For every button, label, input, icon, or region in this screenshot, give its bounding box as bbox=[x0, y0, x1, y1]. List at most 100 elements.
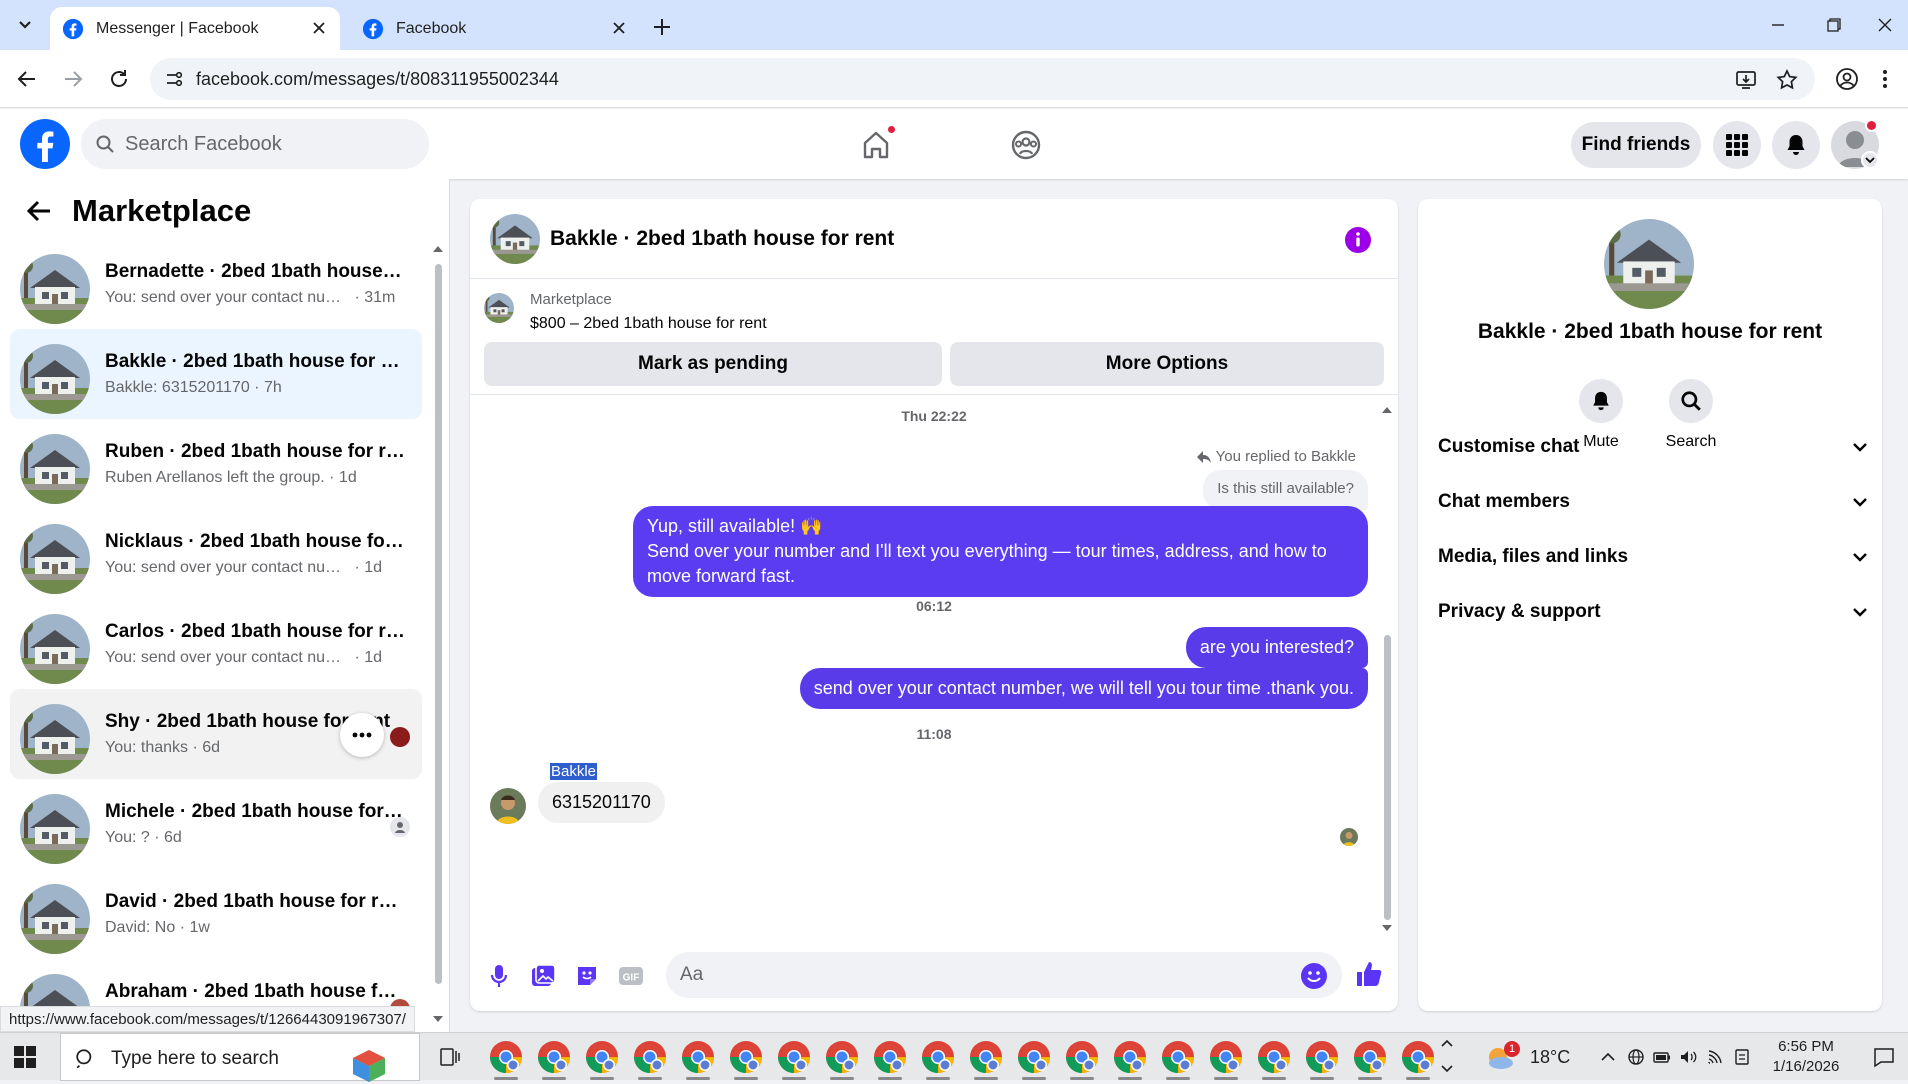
facebook-logo-icon[interactable] bbox=[19, 118, 71, 170]
scrollbar-thumb[interactable] bbox=[435, 264, 442, 984]
taskbar-chrome-app[interactable] bbox=[776, 1039, 812, 1080]
temperature[interactable]: 18°C bbox=[1530, 1047, 1570, 1068]
conversation-item[interactable]: Shy · 2bed 1bath house for rent You: than… bbox=[10, 689, 422, 779]
close-tab-icon[interactable] bbox=[610, 19, 628, 37]
browser-menu-icon[interactable] bbox=[1880, 66, 1890, 92]
site-info-icon[interactable] bbox=[164, 69, 184, 89]
conversation-item[interactable]: David · 2bed 1bath house for rent David: … bbox=[10, 869, 422, 959]
listing-item[interactable]: $800 – 2bed 1bath house for rent bbox=[530, 315, 767, 333]
taskbar-chrome-app[interactable] bbox=[1304, 1039, 1340, 1080]
clock[interactable]: 6:56 PM 1/16/2026 bbox=[1758, 1037, 1854, 1077]
minimize-button[interactable] bbox=[1750, 0, 1806, 50]
emoji-icon[interactable] bbox=[1300, 962, 1328, 990]
conversation-item[interactable]: Carlos · 2bed 1bath house for rent You: s… bbox=[10, 599, 422, 689]
windows-start-icon[interactable] bbox=[14, 1046, 36, 1068]
scroll-down-arrow-icon[interactable] bbox=[1380, 923, 1394, 933]
taskbar-chrome-app[interactable] bbox=[1064, 1039, 1100, 1080]
tab-search-button[interactable] bbox=[8, 12, 42, 38]
scroll-down-arrow-icon[interactable] bbox=[432, 1014, 444, 1024]
info-icon[interactable] bbox=[1344, 226, 1372, 254]
taskbar-chrome-app[interactable] bbox=[1016, 1039, 1052, 1080]
menu-button[interactable] bbox=[1713, 121, 1761, 169]
conversation-avatar[interactable] bbox=[1604, 219, 1694, 309]
mark-as-pending-button[interactable]: Mark as pending bbox=[484, 342, 942, 386]
new-tab-plus-icon[interactable] bbox=[650, 15, 674, 39]
scroll-up-arrow-icon[interactable] bbox=[432, 244, 444, 254]
search-input[interactable] bbox=[125, 119, 415, 169]
thumbs-up-icon[interactable] bbox=[1354, 959, 1384, 989]
show-hidden-icons-icon[interactable] bbox=[1598, 1047, 1618, 1067]
close-tab-icon[interactable] bbox=[310, 19, 328, 37]
forward-arrow-icon[interactable] bbox=[60, 66, 86, 92]
notifications-button[interactable] bbox=[1772, 121, 1820, 169]
quoted-message[interactable]: Is this still available? bbox=[1203, 470, 1368, 510]
back-arrow-icon[interactable] bbox=[14, 66, 40, 92]
taskbar-chrome-app[interactable] bbox=[1208, 1039, 1244, 1080]
network-globe-icon[interactable] bbox=[1626, 1047, 1646, 1067]
wifi-icon[interactable] bbox=[1706, 1047, 1726, 1067]
sidebar-scrollbar[interactable] bbox=[432, 244, 444, 1024]
input-indicator-icon[interactable] bbox=[1732, 1047, 1752, 1067]
taskbar-chrome-app[interactable] bbox=[872, 1039, 908, 1080]
info-section-chat-members[interactable]: Chat members bbox=[1438, 482, 1868, 522]
info-section-media-files-and-links[interactable]: Media, files and links bbox=[1438, 537, 1868, 577]
sender-avatar[interactable] bbox=[490, 788, 526, 824]
groups-nav[interactable] bbox=[1004, 123, 1048, 167]
microphone-icon[interactable] bbox=[484, 961, 514, 991]
photo-icon[interactable] bbox=[528, 961, 558, 991]
gif-icon[interactable]: GIF bbox=[616, 961, 646, 991]
taskbar-chrome-app[interactable] bbox=[488, 1039, 524, 1080]
battery-icon[interactable] bbox=[1652, 1047, 1672, 1067]
taskbar-chrome-app[interactable] bbox=[1400, 1039, 1436, 1080]
info-section-customise-chat[interactable]: Customise chat bbox=[1438, 427, 1868, 467]
conversation-item[interactable]: Nicklaus · 2bed 1bath house for rent You:… bbox=[10, 509, 422, 599]
reload-icon[interactable] bbox=[106, 66, 132, 92]
profile-icon[interactable] bbox=[1834, 66, 1860, 92]
more-options-button[interactable]: More Options bbox=[950, 342, 1384, 386]
taskbar-chrome-app[interactable] bbox=[632, 1039, 668, 1080]
conversation-item[interactable]: Ruben · 2bed 1bath house for rent Ruben A… bbox=[10, 419, 422, 509]
taskbar-chrome-app[interactable] bbox=[584, 1039, 620, 1080]
mute-button[interactable] bbox=[1579, 379, 1623, 423]
chat-scrollbar[interactable] bbox=[1380, 405, 1394, 935]
outgoing-message[interactable]: are you interested? bbox=[1185, 627, 1368, 668]
address-bar[interactable]: facebook.com/messages/t/808311955002344 bbox=[150, 58, 1815, 100]
outgoing-message[interactable]: send over your contact number, we will t… bbox=[799, 668, 1368, 709]
taskbar-chrome-app[interactable] bbox=[1256, 1039, 1292, 1080]
home-nav[interactable] bbox=[854, 123, 898, 167]
scrollbar-thumb[interactable] bbox=[1384, 635, 1391, 920]
bookmark-star-icon[interactable] bbox=[1775, 68, 1799, 92]
chat-title[interactable]: Bakkle · 2bed 1bath house for rent bbox=[550, 227, 894, 251]
conversation-options-button[interactable] bbox=[340, 713, 384, 757]
conversation-item[interactable]: Bernadette · 2bed 1bath house for rent Yo… bbox=[10, 239, 422, 329]
incoming-message[interactable]: 6315201170 bbox=[538, 782, 665, 823]
taskbar-chrome-app[interactable] bbox=[824, 1039, 860, 1080]
taskbar-chrome-app[interactable] bbox=[1160, 1039, 1196, 1080]
taskbar-chrome-app[interactable] bbox=[968, 1039, 1004, 1080]
message-input[interactable] bbox=[680, 952, 1280, 998]
facebook-search[interactable] bbox=[81, 119, 429, 169]
sticker-icon[interactable] bbox=[572, 961, 602, 991]
back-arrow-icon[interactable] bbox=[24, 196, 54, 226]
message-input-container[interactable] bbox=[666, 952, 1342, 998]
info-section-privacy-support[interactable]: Privacy & support bbox=[1438, 592, 1868, 632]
taskbar-chrome-app[interactable] bbox=[1352, 1039, 1388, 1080]
weather-widget[interactable]: 1 bbox=[1484, 1041, 1520, 1071]
browser-tab-facebook[interactable]: Facebook bbox=[350, 7, 640, 50]
chat-avatar[interactable] bbox=[490, 214, 540, 264]
search-in-conversation-button[interactable] bbox=[1669, 379, 1713, 423]
taskbar-chrome-app[interactable] bbox=[1112, 1039, 1148, 1080]
volume-icon[interactable] bbox=[1678, 1047, 1698, 1067]
outgoing-message[interactable]: Yup, still available! 🙌 Send over your n… bbox=[633, 506, 1368, 597]
find-friends-button[interactable]: Find friends bbox=[1571, 122, 1701, 168]
conversation-item[interactable]: Bakkle · 2bed 1bath house for rent Bakkle… bbox=[10, 329, 422, 419]
taskbar-search[interactable]: Type here to search bbox=[60, 1033, 420, 1082]
browser-tab-messenger[interactable]: Messenger | Facebook bbox=[50, 7, 340, 50]
close-window-button[interactable] bbox=[1862, 0, 1908, 50]
task-view-icon[interactable] bbox=[438, 1047, 460, 1067]
taskbar-chrome-app[interactable] bbox=[728, 1039, 764, 1080]
install-app-icon[interactable] bbox=[1734, 68, 1758, 92]
account-button[interactable] bbox=[1831, 119, 1879, 169]
conversation-item[interactable]: Michele · 2bed 1bath house for rent You: … bbox=[10, 779, 422, 869]
listing-thumbnail[interactable] bbox=[484, 293, 514, 323]
